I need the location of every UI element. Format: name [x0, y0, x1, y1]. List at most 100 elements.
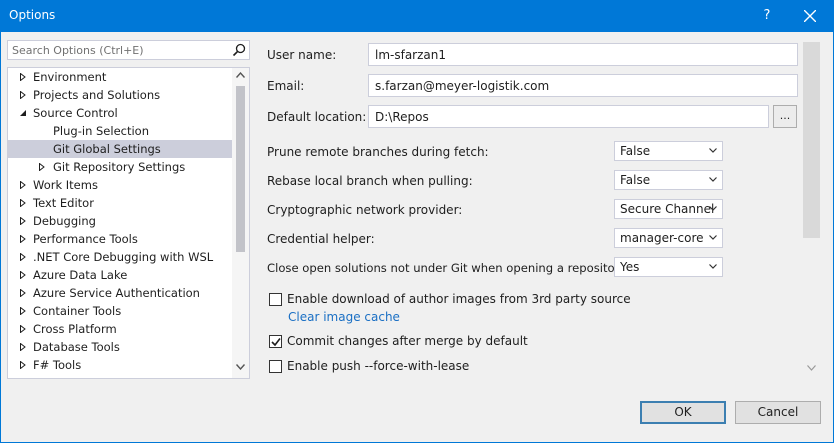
- tree-item-container-tools[interactable]: Container Tools: [8, 302, 232, 320]
- expand-arrow-icon[interactable]: [38, 163, 46, 171]
- help-button[interactable]: ?: [752, 0, 782, 32]
- tree-item-label: Azure Data Lake: [33, 268, 128, 282]
- rebase-dropdown[interactable]: False: [614, 170, 723, 190]
- expand-arrow-icon[interactable]: [19, 73, 27, 81]
- scroll-up-icon[interactable]: [236, 72, 245, 78]
- tree-item-source-control[interactable]: Source Control: [8, 104, 232, 122]
- collapse-arrow-icon[interactable]: [19, 109, 27, 117]
- default-location-label: Default location:: [267, 110, 367, 124]
- tree-item-git-global-settings[interactable]: Git Global Settings: [8, 140, 232, 158]
- scroll-down-icon[interactable]: [807, 365, 816, 371]
- tree-item-label: F# Tools: [33, 358, 82, 372]
- close-solutions-dropdown[interactable]: Yes: [614, 257, 723, 277]
- tree-item-label: Performance Tools: [33, 232, 138, 246]
- expand-arrow-icon[interactable]: [19, 181, 27, 189]
- chevron-down-icon: [709, 264, 717, 269]
- tree-item-fsharp-tools[interactable]: F# Tools: [8, 356, 232, 374]
- tree-item-label: Cross Platform: [33, 322, 117, 336]
- chevron-down-icon: [709, 206, 717, 211]
- expand-arrow-icon[interactable]: [19, 199, 27, 207]
- rebase-value: False: [620, 173, 651, 187]
- expand-arrow-icon[interactable]: [19, 361, 27, 369]
- search-input[interactable]: [8, 41, 228, 59]
- tree-item-label: Text Editor: [33, 196, 94, 210]
- credential-helper-dropdown[interactable]: manager-core: [614, 228, 723, 248]
- prune-dropdown[interactable]: False: [614, 141, 723, 161]
- tree-item-label: Work Items: [33, 178, 98, 192]
- expand-arrow-icon[interactable]: [19, 289, 27, 297]
- chevron-down-icon: [709, 177, 717, 182]
- tree-item-azure-service-authentication[interactable]: Azure Service Authentication: [8, 284, 232, 302]
- expand-arrow-icon[interactable]: [19, 217, 27, 225]
- tree-item-performance-tools[interactable]: Performance Tools: [8, 230, 232, 248]
- tree-item-label: Plug-in Selection: [53, 124, 150, 138]
- force-with-lease-label: Enable push --force-with-lease: [287, 359, 470, 373]
- prune-value: False: [620, 144, 651, 158]
- expand-arrow-icon[interactable]: [19, 91, 27, 99]
- tree-item-plug-in-selection[interactable]: Plug-in Selection: [8, 122, 232, 140]
- email-label: Email:: [267, 79, 305, 93]
- default-location-field[interactable]: [368, 105, 769, 128]
- search-icon[interactable]: [232, 43, 246, 57]
- tree-item-environment[interactable]: Environment: [8, 68, 232, 86]
- scrollbar-thumb[interactable]: [803, 42, 820, 238]
- chevron-down-icon: [709, 148, 717, 153]
- close-solutions-label: Close open solutions not under Git when …: [267, 261, 630, 275]
- scroll-down-icon[interactable]: [236, 364, 245, 370]
- expand-arrow-icon[interactable]: [19, 271, 27, 279]
- user-name-field[interactable]: [368, 43, 798, 66]
- scrollbar-thumb[interactable]: [236, 86, 245, 252]
- email-input[interactable]: [369, 75, 797, 96]
- crypto-provider-value: Secure Channel: [620, 202, 715, 216]
- tree-item-label: Azure Service Authentication: [33, 286, 200, 300]
- tree-scrollbar[interactable]: [232, 68, 249, 378]
- expand-arrow-icon[interactable]: [19, 307, 27, 315]
- crypto-provider-dropdown[interactable]: Secure Channel: [614, 199, 723, 219]
- expand-arrow-icon[interactable]: [19, 343, 27, 351]
- tree-item-label: Git Global Settings: [53, 142, 161, 156]
- tree-item-projects-and-solutions[interactable]: Projects and Solutions: [8, 86, 232, 104]
- expand-arrow-icon[interactable]: [19, 253, 27, 261]
- crypto-provider-label: Cryptographic network provider:: [267, 203, 463, 217]
- author-images-label: Enable download of author images from 3r…: [287, 292, 631, 306]
- tree-item-cross-platform[interactable]: Cross Platform: [8, 320, 232, 338]
- force-with-lease-checkbox[interactable]: [269, 360, 282, 373]
- options-tree[interactable]: Environment Projects and Solutions Sourc…: [7, 67, 250, 379]
- tree-item-label: Container Tools: [33, 304, 122, 318]
- tree-item-label: Git Repository Settings: [53, 160, 186, 174]
- user-name-input[interactable]: [369, 44, 797, 65]
- tree-item-net-core-debugging-wsl[interactable]: .NET Core Debugging with WSL: [8, 248, 232, 266]
- close-button[interactable]: [793, 0, 827, 32]
- tree-item-text-editor[interactable]: Text Editor: [8, 194, 232, 212]
- window-border-left: [0, 32, 1, 443]
- email-field[interactable]: [368, 74, 798, 97]
- browse-button[interactable]: ...: [773, 105, 797, 128]
- tree-item-label: Database Tools: [33, 340, 120, 354]
- tree-item-label: Projects and Solutions: [33, 88, 161, 102]
- tree-item-label: Source Control: [33, 106, 118, 120]
- tree-item-work-items[interactable]: Work Items: [8, 176, 232, 194]
- window-title: Options: [9, 8, 56, 22]
- settings-scrollbar[interactable]: [803, 40, 820, 384]
- tree-item-database-tools[interactable]: Database Tools: [8, 338, 232, 356]
- ok-button[interactable]: OK: [640, 401, 726, 424]
- rebase-label: Rebase local branch when pulling:: [267, 174, 473, 188]
- tree-item-git-repository-settings[interactable]: Git Repository Settings: [8, 158, 232, 176]
- user-name-label: User name:: [267, 48, 337, 62]
- commit-after-merge-checkbox[interactable]: [269, 335, 282, 348]
- tree-item-label: Debugging: [33, 214, 96, 228]
- checkmark-icon: [271, 338, 281, 347]
- tree-item-debugging[interactable]: Debugging: [8, 212, 232, 230]
- expand-arrow-icon[interactable]: [19, 235, 27, 243]
- tree-item-azure-data-lake[interactable]: Azure Data Lake: [8, 266, 232, 284]
- clear-image-cache-link[interactable]: Clear image cache: [288, 310, 400, 324]
- default-location-input[interactable]: [369, 106, 768, 127]
- close-solutions-value: Yes: [620, 260, 640, 274]
- expand-arrow-icon[interactable]: [19, 325, 27, 333]
- author-images-checkbox[interactable]: [269, 293, 282, 306]
- credential-helper-value: manager-core: [620, 231, 704, 245]
- cancel-button[interactable]: Cancel: [735, 401, 821, 424]
- search-box[interactable]: [7, 40, 250, 60]
- title-bar: Options ?: [0, 0, 834, 32]
- close-icon: [804, 10, 816, 22]
